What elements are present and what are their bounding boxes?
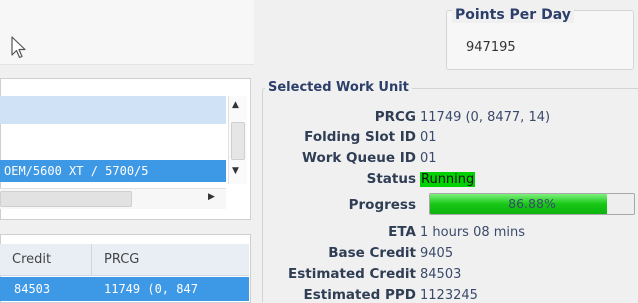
list-item[interactable] xyxy=(0,96,226,124)
column-header-prcg[interactable]: PRCG xyxy=(92,244,249,276)
scroll-right-arrow-icon[interactable]: ▶ xyxy=(208,192,215,202)
eta-value: 1 hours 08 mins xyxy=(420,225,526,240)
progress-bar: 86.88% xyxy=(429,193,635,215)
points-per-day-title: Points Per Day xyxy=(452,7,574,23)
estimated-credit-label: Estimated Credit xyxy=(288,266,416,282)
status-badge: Running xyxy=(420,172,476,187)
prcg-value: 11749 (0, 8477, 14) xyxy=(420,110,551,125)
progress-percent: 86.88% xyxy=(508,196,556,211)
prcg-label: PRCG xyxy=(374,109,416,125)
points-per-day-value: 947195 xyxy=(466,40,516,55)
mouse-pointer-icon xyxy=(11,36,26,59)
status-label: Status xyxy=(366,171,416,187)
selected-work-unit-title: Selected Work Unit xyxy=(265,80,412,95)
folding-slot-id-label: Folding Slot ID xyxy=(304,129,416,145)
progress-label: Progress xyxy=(348,197,416,213)
eta-label: ETA xyxy=(388,224,416,240)
work-queue-id-label: Work Queue ID xyxy=(302,150,416,166)
base-credit-label: Base Credit xyxy=(328,245,416,261)
scroll-down-arrow-icon[interactable]: ▼ xyxy=(232,166,239,176)
horizontal-scroll-thumb[interactable] xyxy=(0,191,132,207)
base-credit-value: 9405 xyxy=(420,246,454,261)
column-header-credit[interactable]: Credit xyxy=(0,244,92,276)
estimated-credit-value: 84503 xyxy=(420,267,462,282)
folding-slot-id-value: 01 xyxy=(420,130,437,145)
scroll-up-arrow-icon[interactable]: ▲ xyxy=(232,100,239,110)
work-queue-id-value: 01 xyxy=(420,151,437,166)
table-cell-credit: 84503 xyxy=(14,282,51,296)
toolbar-area xyxy=(0,0,254,65)
table-cell-prcg: 11749 (0, 847 xyxy=(104,282,198,296)
vertical-scroll-thumb[interactable] xyxy=(231,122,245,160)
list-item-text: OEM/5600 XT / 5700/5 xyxy=(4,164,149,178)
list-item-selected[interactable]: OEM/5600 XT / 5700/5 xyxy=(0,160,226,182)
